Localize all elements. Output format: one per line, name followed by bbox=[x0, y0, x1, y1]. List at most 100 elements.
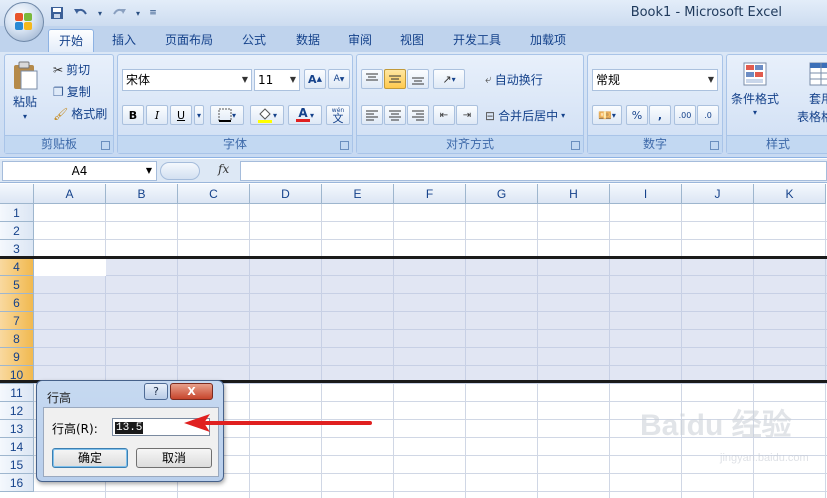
alignment-group-label: 对齐方式 bbox=[357, 135, 583, 153]
row-header-16[interactable]: 16 bbox=[0, 474, 34, 492]
font-launcher-icon[interactable] bbox=[340, 141, 349, 150]
row-header-12[interactable]: 12 bbox=[0, 402, 34, 420]
tab-review[interactable]: 审阅 bbox=[340, 29, 380, 52]
close-button[interactable]: X bbox=[170, 383, 213, 400]
select-all-corner[interactable] bbox=[0, 184, 34, 204]
chevron-down-icon: ▾ bbox=[753, 108, 758, 117]
row-header-7[interactable]: 7 bbox=[0, 312, 34, 330]
orientation-button[interactable]: ↗ ▾ bbox=[433, 69, 465, 89]
percent-button[interactable]: % bbox=[626, 105, 648, 125]
copy-button[interactable]: ❐ 复制 bbox=[53, 83, 91, 100]
cancel-button[interactable]: 取消 bbox=[136, 448, 212, 468]
row-header-13[interactable]: 13 bbox=[0, 420, 34, 438]
fill-color-button[interactable]: ▾ bbox=[250, 105, 284, 125]
align-bottom-button[interactable] bbox=[407, 69, 429, 89]
chevron-down-icon[interactable]: ▼ bbox=[146, 162, 152, 180]
clipboard-launcher-icon[interactable] bbox=[101, 141, 110, 150]
align-left-button[interactable] bbox=[361, 105, 383, 125]
name-box[interactable]: A4 ▼ bbox=[2, 161, 157, 181]
watermark-url: jingyan.baidu.com bbox=[720, 452, 809, 464]
tab-insert[interactable]: 插入 bbox=[104, 29, 144, 52]
column-header-d[interactable]: D bbox=[250, 184, 322, 204]
tab-view[interactable]: 视图 bbox=[390, 29, 434, 52]
wrap-text-button[interactable]: ⤶ 自动换行 bbox=[485, 71, 543, 88]
active-cell[interactable] bbox=[34, 258, 106, 276]
borders-button[interactable]: ▾ bbox=[210, 105, 244, 125]
align-middle-button[interactable] bbox=[384, 69, 406, 89]
row-header-11[interactable]: 11 bbox=[0, 384, 34, 402]
ok-button[interactable]: 确定 bbox=[52, 448, 128, 468]
currency-button[interactable]: 💴 ▾ bbox=[592, 105, 622, 125]
format-as-table-button[interactable]: 套用 表格格式 bbox=[797, 61, 827, 125]
increase-decimal-button[interactable]: .00 bbox=[674, 105, 696, 125]
number-format-select[interactable]: 常规 ▼ bbox=[592, 69, 718, 91]
merge-center-button[interactable]: ⊟ 合并后居中 ▾ bbox=[485, 107, 565, 124]
align-middle-icon bbox=[389, 75, 401, 83]
row-header-2[interactable]: 2 bbox=[0, 222, 34, 240]
row-header-4[interactable]: 4 bbox=[0, 258, 34, 276]
office-button[interactable] bbox=[4, 2, 44, 42]
font-name-select[interactable]: 宋体 ▼ bbox=[122, 69, 252, 91]
window-title: Book1 - Microsoft Excel bbox=[630, 5, 782, 20]
column-header-f[interactable]: F bbox=[394, 184, 466, 204]
formula-input[interactable] bbox=[240, 161, 827, 181]
column-header-k[interactable]: K bbox=[754, 184, 826, 204]
column-header-j[interactable]: J bbox=[682, 184, 754, 204]
alignment-launcher-icon[interactable] bbox=[571, 141, 580, 150]
align-right-button[interactable] bbox=[407, 105, 429, 125]
tab-formulas[interactable]: 公式 bbox=[232, 29, 276, 52]
cut-button[interactable]: ✂ 剪切 bbox=[53, 61, 90, 78]
align-center-button[interactable] bbox=[384, 105, 406, 125]
comma-button[interactable]: , bbox=[649, 105, 671, 125]
underline-dropdown-icon[interactable]: ▾ bbox=[194, 105, 204, 125]
decrease-indent-button[interactable]: ⇤ bbox=[433, 105, 455, 125]
align-top-button[interactable] bbox=[361, 69, 383, 89]
font-size-value: 11 bbox=[258, 73, 274, 87]
conditional-format-button[interactable]: 条件格式 ▾ bbox=[731, 61, 779, 117]
column-header-b[interactable]: B bbox=[106, 184, 178, 204]
row-header-6[interactable]: 6 bbox=[0, 294, 34, 312]
paste-button[interactable]: 粘贴 ▾ bbox=[11, 61, 39, 121]
underline-button[interactable]: U bbox=[170, 105, 192, 125]
insert-function-icon[interactable]: fx bbox=[218, 162, 229, 176]
phonetic-button[interactable]: wén 文 bbox=[326, 105, 350, 125]
tab-page-layout[interactable]: 页面布局 bbox=[156, 29, 222, 52]
row-header-15[interactable]: 15 bbox=[0, 456, 34, 474]
format-painter-button[interactable]: 🖌 格式刷 bbox=[53, 105, 107, 122]
formula-expand-handle[interactable] bbox=[160, 162, 200, 180]
column-header-a[interactable]: A bbox=[34, 184, 106, 204]
title-bar: ▾ ▾ ≡ Book1 - Microsoft Excel bbox=[0, 0, 827, 26]
column-header-h[interactable]: H bbox=[538, 184, 610, 204]
merge-center-label: 合并后居中 bbox=[498, 109, 559, 123]
align-right-icon bbox=[412, 110, 424, 121]
row-header-14[interactable]: 14 bbox=[0, 438, 34, 456]
column-header-g[interactable]: G bbox=[466, 184, 538, 204]
font-size-select[interactable]: 11 ▼ bbox=[254, 69, 300, 91]
font-color-button[interactable]: A ▾ bbox=[288, 105, 322, 125]
tab-data[interactable]: 数据 bbox=[286, 29, 330, 52]
shrink-font-caret-icon: ▼ bbox=[339, 75, 345, 83]
tab-home[interactable]: 开始 bbox=[48, 29, 94, 52]
number-launcher-icon[interactable] bbox=[710, 141, 719, 150]
ribbon: 粘贴 ▾ ✂ 剪切 ❐ 复制 🖌 格式刷 剪贴板 宋体 ▼ 11 ▼ A ▲ A ▼ B… bbox=[0, 52, 827, 158]
styles-group: 条件格式 ▾ 套用 表格格式 样式 bbox=[726, 54, 827, 154]
align-left-icon bbox=[366, 110, 378, 121]
row-height-value: 13.5 bbox=[115, 422, 144, 434]
shrink-font-button[interactable]: A ▼ bbox=[328, 69, 350, 89]
tab-add-ins[interactable]: 加载项 bbox=[520, 29, 576, 52]
help-button[interactable]: ? bbox=[144, 383, 168, 400]
column-header-c[interactable]: C bbox=[178, 184, 250, 204]
grow-font-button[interactable]: A ▲ bbox=[304, 69, 326, 89]
row-header-8[interactable]: 8 bbox=[0, 330, 34, 348]
number-group: 常规 ▼ 💴 ▾ % , .00 .0 数字 bbox=[587, 54, 723, 154]
decrease-decimal-button[interactable]: .0 bbox=[697, 105, 719, 125]
column-header-e[interactable]: E bbox=[322, 184, 394, 204]
column-header-i[interactable]: I bbox=[610, 184, 682, 204]
increase-indent-button[interactable]: ⇥ bbox=[456, 105, 478, 125]
row-header-5[interactable]: 5 bbox=[0, 276, 34, 294]
italic-button[interactable]: I bbox=[146, 105, 168, 125]
row-header-1[interactable]: 1 bbox=[0, 204, 34, 222]
bold-button[interactable]: B bbox=[122, 105, 144, 125]
row-header-9[interactable]: 9 bbox=[0, 348, 34, 366]
tab-developer[interactable]: 开发工具 bbox=[444, 29, 510, 52]
